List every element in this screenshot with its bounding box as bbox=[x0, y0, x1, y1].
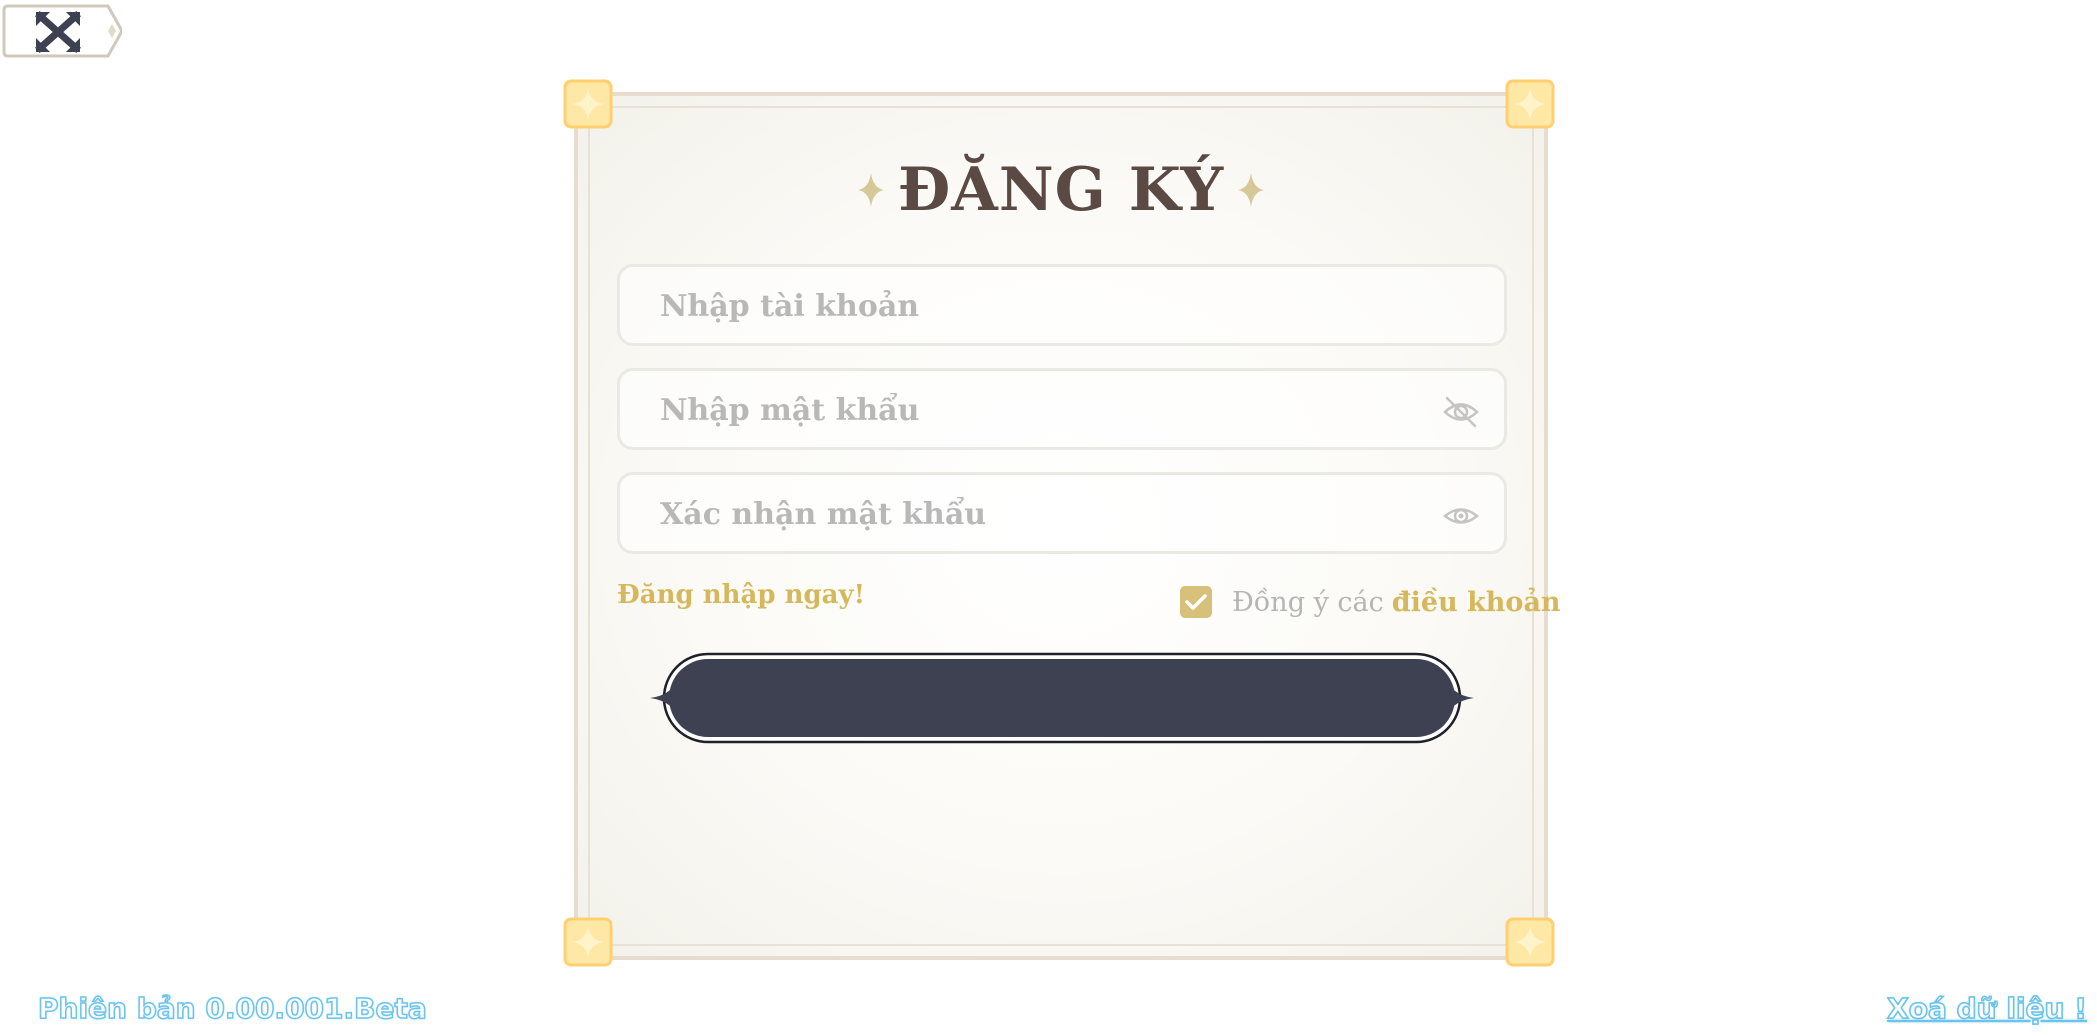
eye-off-icon[interactable] bbox=[1442, 395, 1480, 429]
terms-agreement: Đồng ý các điều khoản bbox=[1180, 582, 1561, 622]
password-field bbox=[617, 368, 1507, 450]
confirm-password-input[interactable] bbox=[658, 475, 1422, 553]
page-title: ĐĂNG KÝ bbox=[897, 155, 1225, 225]
back-button-frame bbox=[2, 4, 122, 58]
corner-ornament-bottom-left bbox=[562, 916, 614, 968]
corner-ornament-bottom-right bbox=[1504, 916, 1556, 968]
version-label: Phiên bản 0.00.001.Beta bbox=[37, 991, 427, 1026]
agree-text: Đồng ý các bbox=[1232, 586, 1384, 618]
check-icon bbox=[1185, 594, 1207, 610]
register-submit-button[interactable] bbox=[650, 651, 1474, 745]
submit-button-shape bbox=[650, 652, 1474, 744]
username-input[interactable] bbox=[658, 267, 1422, 345]
username-field bbox=[617, 264, 1507, 346]
clear-data-link[interactable]: Xoá dữ liệu ! bbox=[1886, 991, 2087, 1026]
terms-checkbox[interactable] bbox=[1180, 586, 1212, 618]
sparkle-left-icon bbox=[857, 173, 884, 207]
confirm-password-field bbox=[617, 472, 1507, 554]
sparkle-right-icon bbox=[1238, 173, 1265, 207]
title-row: ĐĂNG KÝ bbox=[574, 150, 1548, 230]
terms-link[interactable]: điều khoản bbox=[1392, 587, 1561, 618]
eye-icon[interactable] bbox=[1442, 499, 1480, 533]
password-input[interactable] bbox=[658, 371, 1422, 449]
submit-button-wrap bbox=[650, 651, 1474, 745]
login-now-link[interactable]: Đăng nhập ngay! bbox=[617, 580, 865, 610]
back-button[interactable] bbox=[2, 2, 122, 60]
corner-ornament-top-right bbox=[1504, 78, 1556, 130]
corner-ornament-top-left bbox=[562, 78, 614, 130]
